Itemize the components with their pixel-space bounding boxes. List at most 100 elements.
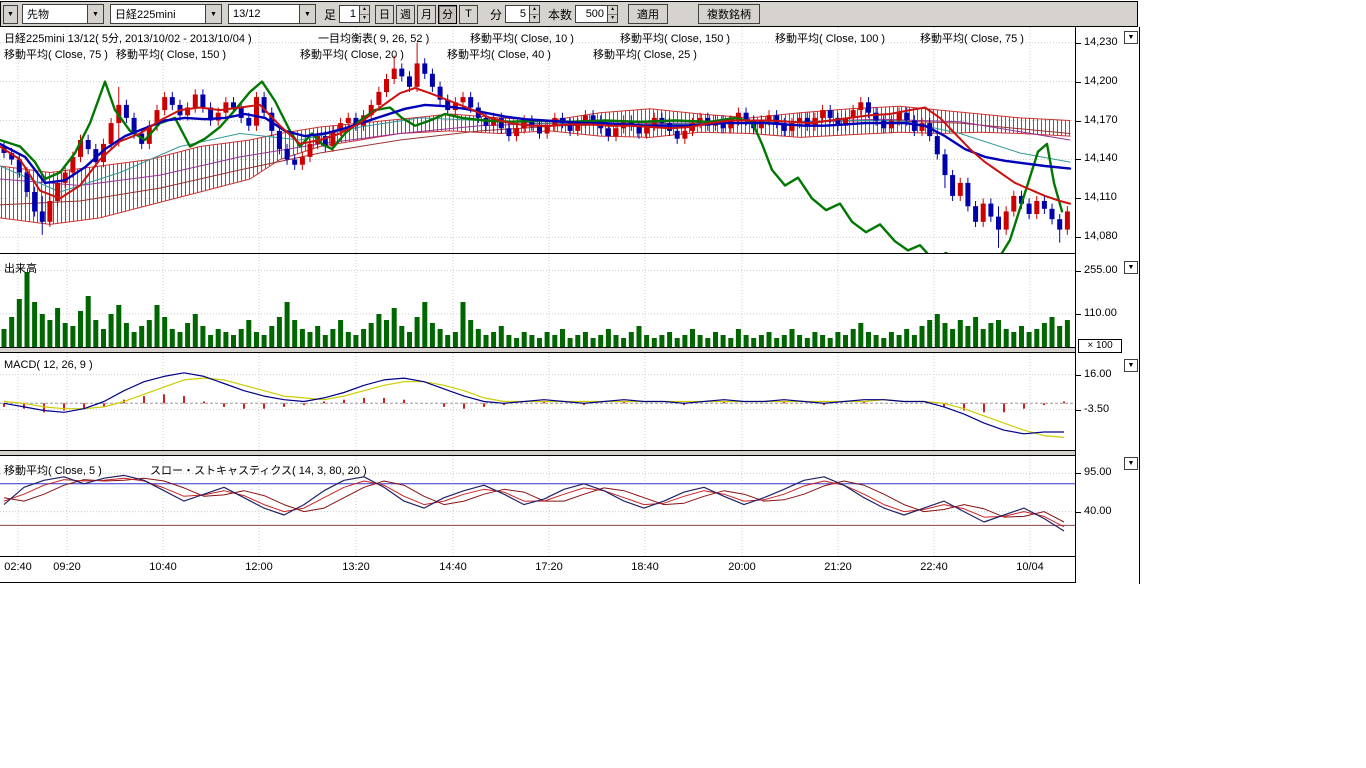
chevron-down-icon: ▼ bbox=[205, 5, 221, 23]
multi-symbol-button[interactable]: 複数銘柄 bbox=[698, 4, 760, 24]
price-legend-line1: 日経225mini 13/12( 5分, 2013/10/02 - 2013/1… bbox=[0, 30, 1075, 44]
ma75-legend: 移動平均( Close, 75 ) bbox=[4, 46, 108, 62]
volume-chart[interactable] bbox=[0, 254, 1075, 347]
chevron-down-icon: ▼ bbox=[87, 5, 103, 23]
macd-panel-dropdown[interactable]: ▼ bbox=[1124, 359, 1138, 372]
spin-down-icon[interactable]: ▼ bbox=[530, 15, 539, 23]
x-axis-label: 13:20 bbox=[334, 561, 378, 573]
volume-title: 出来高 bbox=[4, 260, 37, 276]
y-axis-tick bbox=[1076, 473, 1081, 474]
spin-up-icon[interactable]: ▲ bbox=[608, 6, 617, 15]
y-axis-label: 110.00 bbox=[1084, 307, 1117, 320]
period-week-button[interactable]: 週 bbox=[396, 5, 415, 24]
y-axis-tick bbox=[1076, 198, 1081, 199]
ma75-legend: 移動平均( Close, 75 ) bbox=[920, 30, 1024, 46]
volume-panel-dropdown[interactable]: ▼ bbox=[1124, 261, 1138, 274]
chevron-down-icon: ▼ bbox=[1128, 362, 1135, 369]
bar-count-spinner[interactable]: 500 ▲ ▼ bbox=[575, 5, 618, 23]
x-axis-label: 17:20 bbox=[527, 561, 571, 573]
x-axis-label: 21:20 bbox=[816, 561, 860, 573]
x-axis-label: 18:40 bbox=[623, 561, 667, 573]
symbol-select-value: 日経225mini bbox=[115, 6, 176, 22]
y-axis-label: 14,200 bbox=[1084, 75, 1118, 88]
ma40-legend: 移動平均( Close, 40 ) bbox=[447, 46, 551, 62]
y-axis-label: 255.00 bbox=[1084, 264, 1118, 277]
ma20-legend: 移動平均( Close, 20 ) bbox=[300, 46, 404, 62]
y-axis-label: 14,110 bbox=[1084, 191, 1117, 204]
price-legend-line2: 移動平均( Close, 75 ) 移動平均( Close, 150 ) 移動平… bbox=[0, 46, 1075, 60]
contract-select-value: 13/12 bbox=[233, 8, 261, 20]
contract-select[interactable]: 13/12 ▼ bbox=[228, 4, 316, 24]
spinner-buttons[interactable]: ▲ ▼ bbox=[529, 5, 540, 23]
volume-multiplier-badge: × 100 bbox=[1078, 339, 1122, 353]
x-axis-label: 22:40 bbox=[912, 561, 956, 573]
price-panel-dropdown[interactable]: ▼ bbox=[1124, 31, 1138, 44]
y-axis-label: 14,080 bbox=[1084, 230, 1118, 243]
y-axis-label: -3.50 bbox=[1084, 403, 1109, 416]
period-month-button[interactable]: 月 bbox=[417, 5, 436, 24]
x-axis: 02:4009:2010:4012:0013:2014:4017:2018:40… bbox=[0, 557, 1139, 583]
y-axis-tick bbox=[1076, 82, 1081, 83]
ma25-legend: 移動平均( Close, 25 ) bbox=[593, 46, 697, 62]
macd-title: MACD( 12, 26, 9 ) bbox=[4, 359, 93, 371]
y-axis-label: 95.00 bbox=[1084, 466, 1112, 479]
trading-chart-app: ▼ 先物 ▼ 日経225mini ▼ 13/12 ▼ 足 1 ▲ ▼ 日 週 月… bbox=[0, 0, 1366, 768]
y-axis-tick bbox=[1076, 237, 1081, 238]
y-axis-tick bbox=[1076, 159, 1081, 160]
bar-interval-spinner[interactable]: 1 ▲ ▼ bbox=[339, 5, 370, 23]
stochastics-title: スロー・ストキャスティクス( 14, 3, 80, 20 ) bbox=[150, 462, 367, 478]
period-tick-button[interactable]: T bbox=[459, 5, 478, 24]
ma150-legend: 移動平均( Close, 150 ) bbox=[620, 30, 730, 46]
market-select[interactable]: 先物 ▼ bbox=[22, 4, 104, 24]
y-axis-tick bbox=[1076, 410, 1081, 411]
stochastics-panel[interactable]: 移動平均( Close, 5 ) スロー・ストキャスティクス( 14, 3, 8… bbox=[0, 456, 1075, 557]
period-minute-button[interactable]: 分 bbox=[438, 5, 457, 24]
chevron-down-icon: ▼ bbox=[1128, 264, 1135, 271]
chevron-down-icon: ▼ bbox=[1128, 460, 1135, 467]
minute-spinner[interactable]: 5 ▲ ▼ bbox=[505, 5, 540, 23]
y-axis-gutter: ▼ ▼ ▼ ▼ × 100 14,230 14,200 14,170 14,140 14… bbox=[1075, 27, 1139, 583]
y-axis-label: 14,170 bbox=[1084, 114, 1118, 127]
y-axis-tick bbox=[1076, 314, 1081, 315]
chart-area: 日経225mini 13/12( 5分, 2013/10/02 - 2013/1… bbox=[0, 27, 1140, 584]
spin-up-icon[interactable]: ▲ bbox=[360, 6, 369, 15]
volume-panel[interactable]: 出来高 bbox=[0, 254, 1075, 348]
x-axis-label: 09:20 bbox=[45, 561, 89, 573]
spinner-buttons[interactable]: ▲ ▼ bbox=[359, 5, 370, 23]
symbol-select[interactable]: 日経225mini ▼ bbox=[110, 4, 222, 24]
macd-panel[interactable]: MACD( 12, 26, 9 ) bbox=[0, 353, 1075, 451]
period-day-button[interactable]: 日 bbox=[375, 5, 394, 24]
x-axis-label: 12:00 bbox=[237, 561, 281, 573]
bar-count-value: 500 bbox=[575, 5, 607, 23]
minute-value: 5 bbox=[505, 5, 529, 23]
apply-button[interactable]: 適用 bbox=[628, 4, 668, 24]
price-panel[interactable]: 日経225mini 13/12( 5分, 2013/10/02 - 2013/1… bbox=[0, 27, 1075, 254]
x-axis-label: 20:00 bbox=[720, 561, 764, 573]
y-axis-tick bbox=[1076, 271, 1081, 272]
stoch-panel-dropdown[interactable]: ▼ bbox=[1124, 457, 1138, 470]
macd-chart[interactable] bbox=[0, 353, 1075, 450]
x-axis-label: 14:40 bbox=[431, 561, 475, 573]
y-axis-tick bbox=[1076, 375, 1081, 376]
y-axis-tick bbox=[1076, 512, 1081, 513]
x-axis-label: 10:40 bbox=[141, 561, 185, 573]
spinner-buttons[interactable]: ▲ ▼ bbox=[607, 5, 618, 23]
spin-up-icon[interactable]: ▲ bbox=[530, 6, 539, 15]
spin-down-icon[interactable]: ▼ bbox=[608, 15, 617, 23]
bar-count-label: 本数 bbox=[548, 6, 572, 23]
ma150-legend: 移動平均( Close, 150 ) bbox=[116, 46, 226, 62]
y-axis-tick bbox=[1076, 121, 1081, 122]
spin-down-icon[interactable]: ▼ bbox=[360, 15, 369, 23]
y-axis-label: 16.00 bbox=[1084, 368, 1112, 381]
y-axis-label: 14,230 bbox=[1084, 36, 1118, 49]
ma100-legend: 移動平均( Close, 100 ) bbox=[775, 30, 885, 46]
x-axis-label: 10/04 bbox=[1008, 561, 1052, 573]
chevron-down-icon: ▼ bbox=[7, 11, 14, 18]
corner-dropdown[interactable]: ▼ bbox=[3, 5, 18, 24]
ichimoku-legend: 一目均衡表( 9, 26, 52 ) bbox=[318, 30, 429, 46]
y-axis-tick bbox=[1076, 43, 1081, 44]
y-axis-label: 14,140 bbox=[1084, 152, 1118, 165]
bar-type-label: 足 bbox=[324, 6, 336, 23]
market-select-value: 先物 bbox=[27, 6, 49, 22]
symbol-period-label: 日経225mini 13/12( 5分, 2013/10/02 - 2013/1… bbox=[4, 30, 252, 46]
